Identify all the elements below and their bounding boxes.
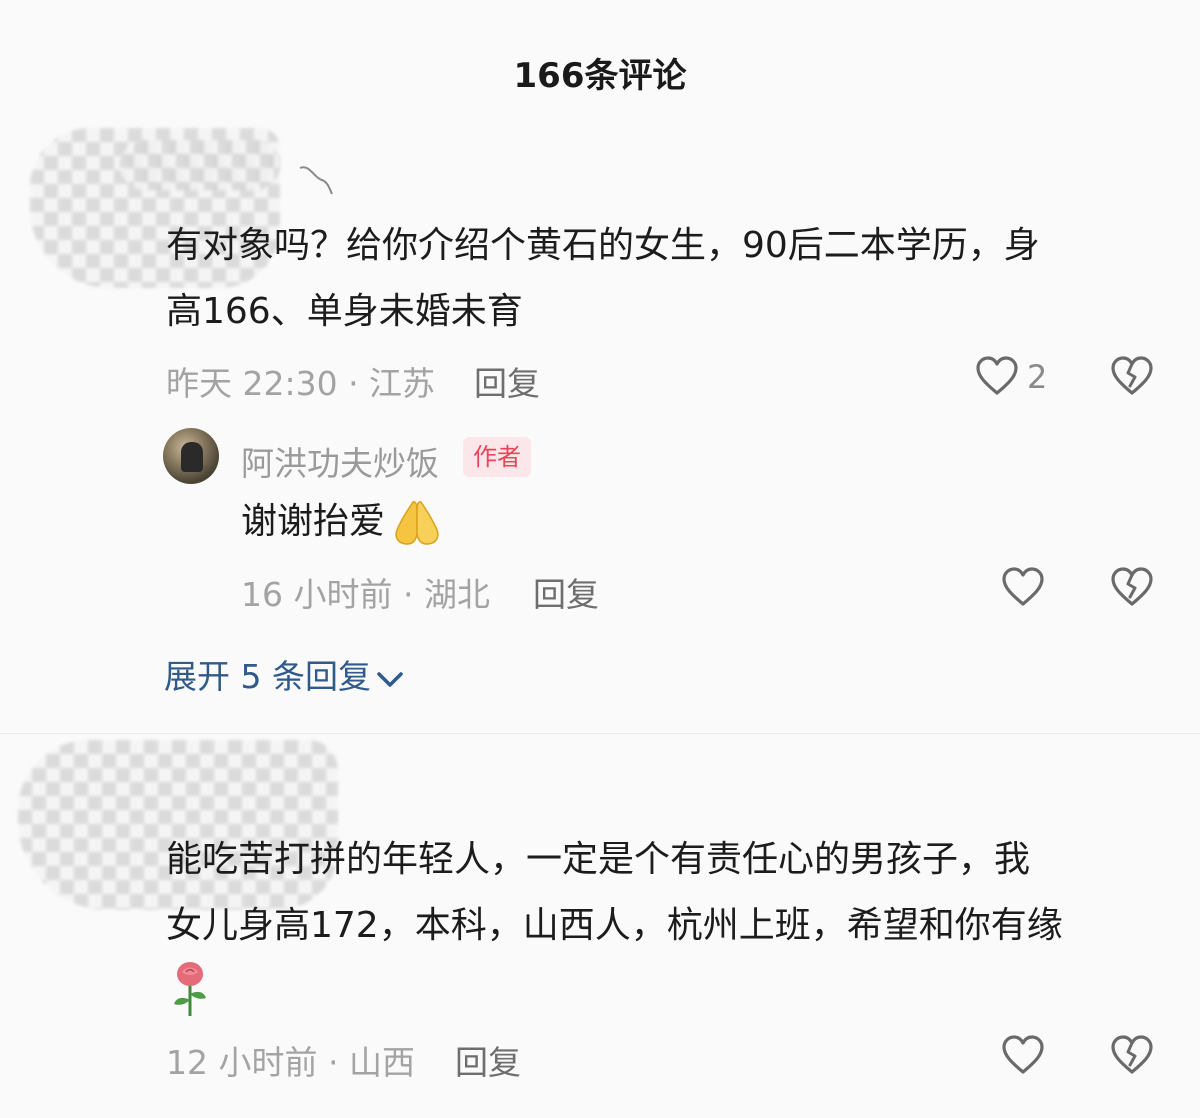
- reply-button[interactable]: 回复: [455, 1036, 521, 1084]
- chevron-down-icon: [377, 671, 403, 687]
- comment-text-line: 高166、单身未婚未育: [166, 291, 523, 332]
- broken-heart-icon[interactable]: [1110, 566, 1154, 610]
- broken-heart-icon[interactable]: [1110, 1034, 1154, 1078]
- reply-text: 谢谢抬爱: [241, 495, 445, 549]
- squiggle-mark: [299, 166, 333, 195]
- reply-text-content: 谢谢抬爱: [241, 501, 386, 542]
- heart-outline-icon[interactable]: [1001, 566, 1045, 610]
- heart-outline-icon[interactable]: [1001, 1034, 1045, 1078]
- avatar-figure: [181, 442, 203, 472]
- like-count: 2: [1027, 358, 1048, 396]
- comment-divider: [0, 733, 1200, 734]
- comment-text: 能吃苦打拼的年轻人，一定是个有责任心的男孩子，我 女儿身高172，本科，山西人，…: [166, 827, 1166, 959]
- comment-text-line: 女儿身高172，本科，山西人，杭州上班，希望和你有缘: [166, 905, 1063, 946]
- reply-button[interactable]: 回复: [474, 357, 540, 405]
- comment-meta: 昨天 22:30 · 江苏: [166, 364, 436, 403]
- author-badge: 作者: [463, 437, 531, 477]
- broken-heart-icon[interactable]: [1110, 355, 1154, 399]
- reply-button[interactable]: 回复: [533, 568, 599, 616]
- expand-replies-link[interactable]: 展开 5 条回复: [164, 650, 405, 698]
- comments-count-title: 166条评论: [513, 56, 687, 96]
- reply-author-name[interactable]: 阿洪功夫炒饭: [241, 437, 439, 485]
- comment-text: 有对象吗？给你介绍个黄石的女生，90后二本学历，身 高166、单身未婚未育: [166, 213, 1166, 345]
- blurred-user-info: [120, 140, 280, 190]
- comment-text-line: 能吃苦打拼的年轻人，一定是个有责任心的男孩子，我: [166, 839, 1031, 880]
- rose-emoji: [174, 962, 206, 1016]
- heart-outline-icon[interactable]: [975, 355, 1019, 399]
- comment-text-line: 有对象吗？给你介绍个黄石的女生，90后二本学历，身: [166, 225, 1040, 266]
- expand-replies-label: 展开 5 条回复: [164, 657, 371, 696]
- reply-meta: 16 小时前 · 湖北: [241, 575, 490, 614]
- pray-hands-emoji: [395, 501, 439, 545]
- avatar[interactable]: [163, 428, 219, 484]
- comment-meta: 12 小时前 · 山西: [166, 1043, 415, 1082]
